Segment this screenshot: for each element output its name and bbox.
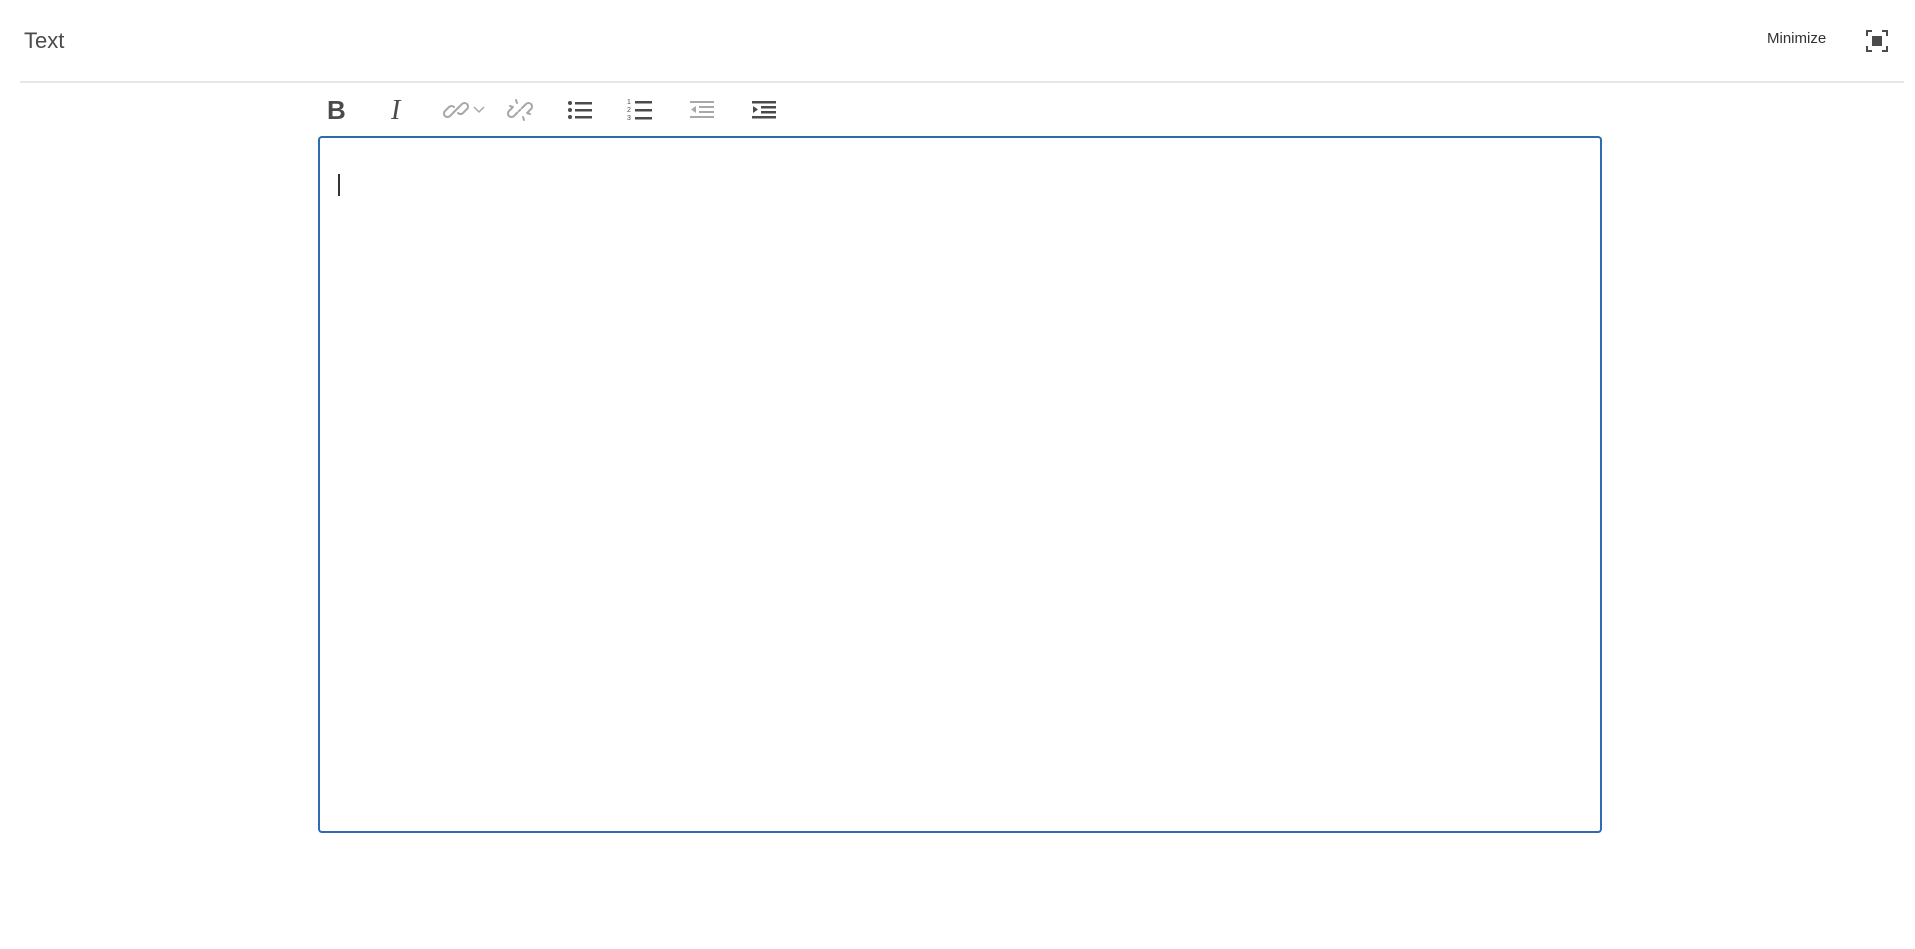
bold-icon: B: [325, 97, 347, 123]
bulleted-list-button[interactable]: [562, 90, 598, 130]
svg-text:3: 3: [627, 115, 631, 122]
numbered-list-icon: 1 2 3: [627, 98, 653, 122]
link-icon: [443, 97, 469, 123]
svg-text:B: B: [327, 97, 346, 123]
indent-icon: [751, 99, 777, 121]
unlink-icon: [507, 97, 533, 123]
bold-button[interactable]: B: [318, 90, 354, 130]
svg-text:1: 1: [627, 99, 631, 106]
italic-button[interactable]: I: [380, 90, 416, 130]
minimize-button[interactable]: Minimize: [1767, 30, 1826, 47]
unlink-button[interactable]: [502, 90, 538, 130]
bulleted-list-icon: [567, 99, 593, 121]
italic-icon: I: [388, 97, 408, 123]
page-title: Text: [24, 28, 65, 53]
fullscreen-icon[interactable]: [1866, 30, 1888, 52]
indent-button[interactable]: [746, 90, 782, 130]
rich-text-editor[interactable]: [318, 136, 1602, 833]
svg-text:2: 2: [627, 107, 631, 114]
link-button[interactable]: [438, 90, 490, 130]
text-caret: [338, 174, 340, 196]
editor-header: Text Minimize: [20, 0, 1904, 83]
outdent-icon: [689, 99, 715, 121]
svg-text:I: I: [390, 97, 402, 123]
numbered-list-button[interactable]: 1 2 3: [622, 90, 658, 130]
chevron-down-icon: [473, 106, 485, 114]
outdent-button[interactable]: [684, 90, 720, 130]
